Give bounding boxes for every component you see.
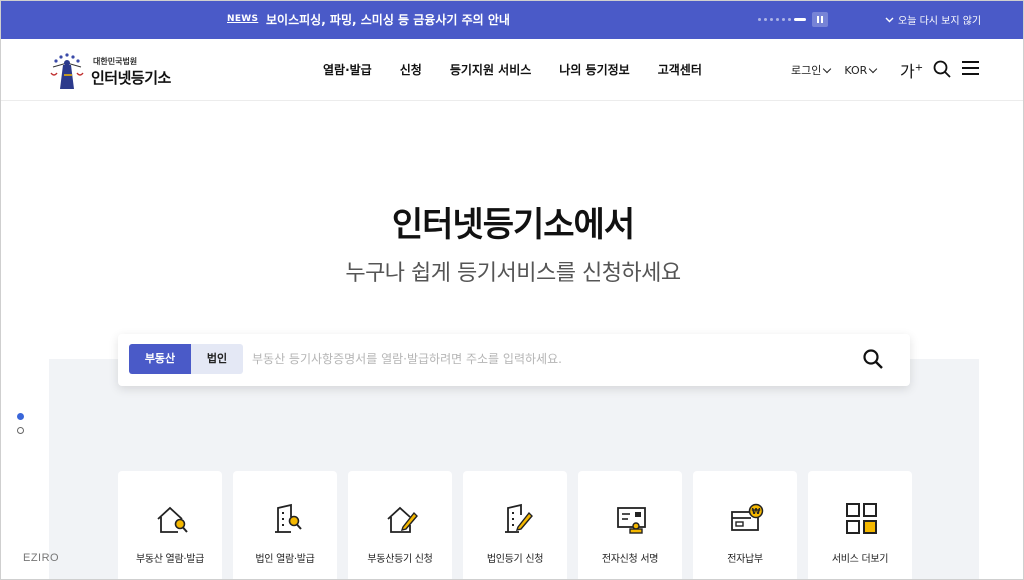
signature-stamp-icon [617,507,646,534]
pager-dot[interactable] [782,18,785,21]
nav-item-customer-center[interactable]: 고객센터 [658,61,702,78]
search-type-toggle: 부동산 법인 [129,344,243,374]
login-dropdown[interactable]: 로그인 [791,62,832,78]
logo-title: 인터넷등기소 [91,69,171,87]
chevron-down-icon [823,64,832,73]
notice-message[interactable]: 보이스피싱, 파밍, 스미싱 등 금융사기 주의 안내 [266,11,510,28]
card-label: 전자납부 [727,554,763,565]
card-label: 법인등기 신청 [486,554,544,565]
logo-subtitle: 대한민국법원 [93,57,138,66]
svg-text:₩: ₩ [752,507,761,516]
card-label: 부동산 열람·발급 [135,554,205,565]
login-label: 로그인 [791,64,822,77]
tab-real-estate[interactable]: 부동산 [129,344,191,374]
pager-dot[interactable] [764,18,767,21]
watermark-text: EZIRO [23,552,60,564]
card-e-payment[interactable]: ₩ 전자납부 [693,471,797,579]
close-today-button[interactable]: 오늘 다시 보지 않기 [885,12,981,27]
font-size-label: 가 [900,62,915,81]
language-dropdown[interactable]: KOR [844,63,878,77]
card-e-signature[interactable]: 전자신청 서명 [578,471,682,579]
court-emblem-icon [50,53,84,89]
search-submit-icon[interactable] [862,348,884,370]
card-label: 법인 열람·발급 [255,554,315,565]
notice-bar: NEWS 보이스피싱, 파밍, 스미싱 등 금융사기 주의 안내 오늘 다시 보… [1,1,1023,39]
language-label: KOR [844,63,868,77]
slide-dot[interactable] [17,427,24,434]
hero-slide-indicator [17,413,24,441]
card-real-estate-view[interactable]: 부동산 열람·발급 [118,471,222,579]
card-corporation-apply[interactable]: 법인등기 신청 [463,471,567,579]
site-header: 대한민국법원 인터넷등기소 열람·발급 신청 등기지원 서비스 나의 등기정보 … [1,39,1023,101]
card-label: 전자신청 서명 [601,554,659,565]
nav-item-support-services[interactable]: 등기지원 서비스 [450,61,531,78]
building-search-icon [275,503,302,533]
nav-item-my-registry[interactable]: 나의 등기정보 [559,61,629,78]
pager-dot[interactable] [788,18,791,21]
card-label: 서비스 더보기 [831,554,889,565]
nav-item-apply[interactable]: 신청 [400,61,422,78]
card-more-services[interactable]: 서비스 더보기 [808,471,912,579]
quick-service-cards: 부동산 열람·발급 법인 열람·발급 부동산등기 신청 법인등기 신청 전자신청… [118,471,912,579]
plus-icon: + [914,62,924,74]
font-size-button[interactable]: 가+ [900,58,923,82]
house-pen-icon [387,506,418,533]
card-label: 부동산등기 신청 [367,554,433,565]
house-search-icon [157,506,188,533]
news-tag: NEWS [227,14,259,24]
pager-dot[interactable] [776,18,779,21]
notice-pager[interactable] [758,18,806,21]
slide-dot-active[interactable] [17,413,24,420]
grid-more-icon [846,503,877,534]
pager-dot[interactable] [770,18,773,21]
pager-dot-active[interactable] [794,18,806,21]
hamburger-menu-icon[interactable] [962,61,979,75]
close-today-label: 오늘 다시 보지 않기 [898,16,982,27]
chevron-down-icon [885,17,894,22]
main-navigation: 열람·발급 신청 등기지원 서비스 나의 등기정보 고객센터 [323,61,730,78]
hero-title: 인터넷등기소에서 [391,205,635,245]
card-corporation-view[interactable]: 법인 열람·발급 [233,471,337,579]
page-frame: NEWS 보이스피싱, 파밍, 스미싱 등 금융사기 주의 안내 오늘 다시 보… [0,0,1024,580]
site-logo[interactable]: 대한민국법원 인터넷등기소 [47,51,177,91]
watermark-logo: EZIRO [23,552,59,564]
pager-dot[interactable] [758,18,761,21]
address-search-input[interactable] [252,348,852,370]
card-real-estate-apply[interactable]: 부동산등기 신청 [348,471,452,579]
registry-search-box: 부동산 법인 [118,334,910,386]
building-pen-icon [505,503,533,533]
chevron-down-icon [869,64,878,73]
tab-corporation[interactable]: 법인 [191,344,243,374]
utility-menu: 로그인 KOR [791,62,890,78]
hero-subtitle: 누구나 쉽게 등기서비스를 신청하세요 [345,261,681,286]
search-icon[interactable] [933,60,951,78]
nav-item-view-issue[interactable]: 열람·발급 [323,61,372,78]
pause-button[interactable] [812,12,828,27]
card-won-icon: ₩ [731,503,764,531]
